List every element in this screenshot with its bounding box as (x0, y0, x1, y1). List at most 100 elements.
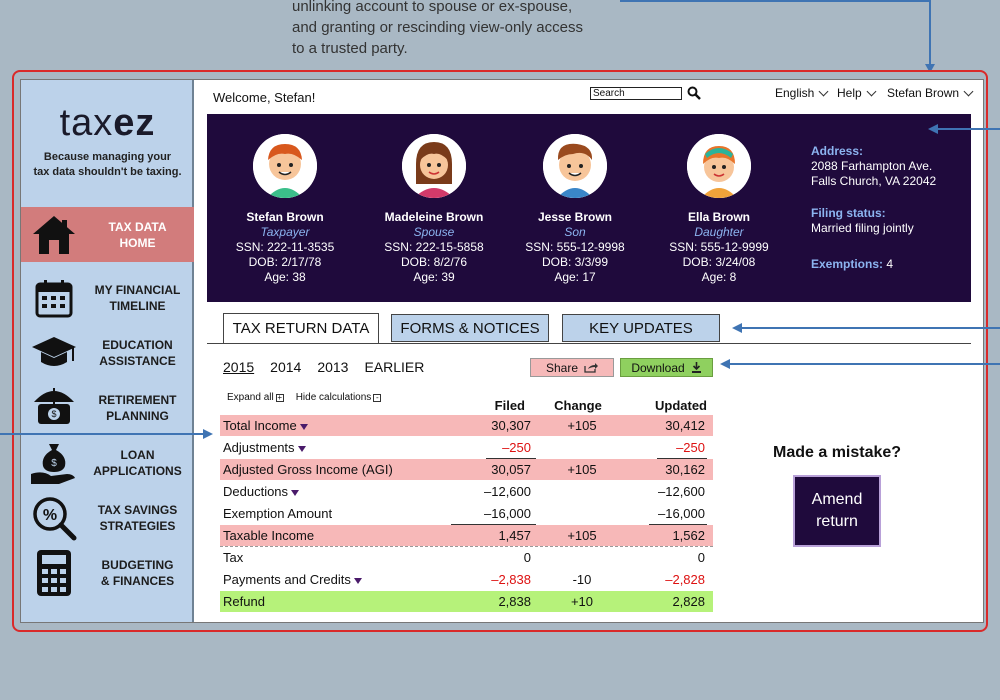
year-2014[interactable]: 2014 (270, 359, 301, 375)
house-icon (21, 207, 87, 262)
label-line: & FINANCES (100, 573, 175, 588)
language-menu[interactable]: English (775, 86, 829, 100)
table-row[interactable]: Taxable Income 1,457 +105 1,562 (220, 525, 713, 546)
label-line: PLANNING (106, 408, 169, 423)
calc-toggles: Expand all + Hide calculations - (227, 392, 382, 403)
expand-all-label: Expand all (227, 392, 274, 403)
row-label: Payments and Credits (223, 572, 362, 587)
row-updated: 30,162 (665, 462, 705, 477)
avatar (253, 134, 317, 198)
hide-calculations-toggle[interactable]: Hide calculations - (296, 392, 382, 403)
chevron-down-icon (866, 86, 877, 96)
family-member-card[interactable]: Madeleine Brown Spouse SSN: 222-15-5858 … (364, 134, 504, 285)
search-icon[interactable] (687, 86, 701, 105)
tab-key-updates[interactable]: KEY UPDATES (562, 314, 720, 342)
address-label: Address: (811, 144, 864, 158)
family-member-card[interactable]: Stefan Brown Taxpayer SSN: 222-11-3535 D… (215, 134, 355, 285)
tagline-line: tax data shouldn't be taxing. (33, 166, 182, 178)
filing-status-label: Filing status: (811, 206, 886, 220)
row-filed: –250 (502, 440, 531, 455)
taxez-logo: taxez (21, 102, 194, 145)
sidebar-item-tax-data-home[interactable]: TAX DATA HOME (21, 207, 194, 262)
member-ssn: SSN: 555-12-9998 (525, 240, 625, 254)
expand-triangle-icon[interactable] (353, 577, 362, 584)
row-updated: –250 (676, 440, 705, 455)
sidebar-item-education-assistance[interactable]: EDUCATION ASSISTANCE (21, 325, 194, 380)
member-age: Age: 39 (413, 270, 455, 284)
table-row[interactable]: Tax 0 0 (220, 547, 713, 568)
member-role: Taxpayer (260, 225, 310, 239)
row-label-text: Total Income (223, 418, 297, 433)
label-line: EDUCATION (102, 337, 173, 352)
year-2015[interactable]: 2015 (223, 359, 254, 375)
label-line: BUDGETING (101, 557, 174, 572)
family-member-card[interactable]: Ella Brown Daughter SSN: 555-12-9999 DOB… (649, 134, 789, 285)
row-filed: –2,838 (491, 572, 531, 587)
row-label: Adjusted Gross Income (AGI) (223, 462, 393, 477)
sidebar: taxez Because managing your tax data sho… (21, 80, 194, 622)
calendar-icon (21, 270, 87, 325)
table-row[interactable]: Refund 2,838 +10 2,828 (220, 591, 713, 612)
table-row[interactable]: Exemption Amount –16,000 –16,000 (220, 503, 713, 524)
tab-tax-return-data[interactable]: TAX RETURN DATA (223, 313, 379, 343)
help-menu[interactable]: Help (837, 86, 877, 100)
tab-forms-notices[interactable]: FORMS & NOTICES (391, 314, 549, 342)
svg-text:$: $ (51, 458, 57, 469)
table-row[interactable]: Adjusted Gross Income (AGI) 30,057 +105 … (220, 459, 713, 480)
share-button[interactable]: Share (530, 358, 614, 377)
amend-label-line: return (816, 513, 858, 530)
expand-triangle-icon[interactable] (299, 423, 308, 430)
row-label: Taxable Income (223, 528, 315, 543)
table-row[interactable]: Payments and Credits –2,838 -10 –2,828 (220, 569, 713, 590)
search-input[interactable]: Search (590, 87, 682, 100)
sidebar-item-tax-savings-strategies[interactable]: % TAX SAVINGS STRATEGIES (21, 490, 194, 545)
download-button[interactable]: Download (620, 358, 713, 377)
expand-all-toggle[interactable]: Expand all + (227, 392, 284, 403)
address-line: 2088 Farhampton Ave. (811, 159, 933, 173)
row-filed: 30,057 (491, 462, 531, 477)
annotation-line: and granting or rescinding view-only acc… (292, 19, 583, 36)
year-2013[interactable]: 2013 (317, 359, 348, 375)
table-row[interactable]: Adjustments –250 –250 (220, 437, 713, 458)
arrowhead-icon (720, 359, 730, 369)
sidebar-item-budgeting-finances[interactable]: BUDGETING & FINANCES (21, 545, 194, 600)
row-label: Adjustments (223, 440, 306, 455)
sidebar-item-financial-timeline[interactable]: MY FINANCIAL TIMELINE (21, 270, 194, 325)
row-filed: 0 (523, 550, 531, 565)
sidebar-item-retirement-planning[interactable]: $ RETIREMENT PLANNING (21, 380, 194, 435)
exemptions-value: 4 (886, 257, 894, 271)
user-menu[interactable]: Stefan Brown (887, 86, 974, 100)
table-row[interactable]: Total Income 30,307 +105 30,412 (220, 415, 713, 436)
row-updated: 2,828 (672, 594, 705, 609)
sidebar-item-label: TAX SAVINGS STRATEGIES (87, 502, 194, 534)
row-filed: –12,600 (484, 484, 531, 499)
tagline-line: Because managing your (43, 151, 172, 163)
label-line: TAX SAVINGS (97, 502, 178, 517)
family-member-card[interactable]: Jesse Brown Son SSN: 555-12-9998 DOB: 3/… (505, 134, 645, 285)
label-line: ASSISTANCE (99, 353, 176, 368)
expand-triangle-icon[interactable] (291, 489, 300, 496)
member-role: Spouse (413, 225, 455, 239)
user-label: Stefan Brown (887, 86, 960, 100)
calculator-icon (21, 545, 87, 600)
table-row[interactable]: Deductions –12,600 –12,600 (220, 481, 713, 502)
share-icon (584, 363, 599, 373)
sidebar-item-label: EDUCATION ASSISTANCE (87, 337, 194, 369)
amend-return-button[interactable]: Amend return (793, 475, 881, 547)
year-earlier[interactable]: EARLIER (364, 359, 424, 375)
row-filed: 2,838 (498, 594, 531, 609)
column-header-updated: Updated (655, 398, 707, 413)
welcome-message: Welcome, Stefan! (213, 90, 316, 105)
expand-triangle-icon[interactable] (297, 445, 306, 452)
filing-status-value: Married filing jointly (811, 221, 914, 235)
annotation-arrow (0, 433, 203, 435)
avatar (687, 134, 751, 198)
minus-box-icon: - (373, 394, 382, 402)
sidebar-item-label: MY FINANCIAL TIMELINE (87, 282, 194, 314)
svg-text:$: $ (51, 409, 56, 419)
column-header-filed: Filed (494, 398, 525, 413)
top-bar: Welcome, Stefan! Search English Help Ste… (195, 80, 983, 114)
sidebar-item-loan-applications[interactable]: $ LOAN APPLICATIONS (21, 435, 194, 490)
member-dob: DOB: 3/24/08 (682, 255, 756, 269)
umbrella-money-icon: $ (21, 380, 87, 435)
